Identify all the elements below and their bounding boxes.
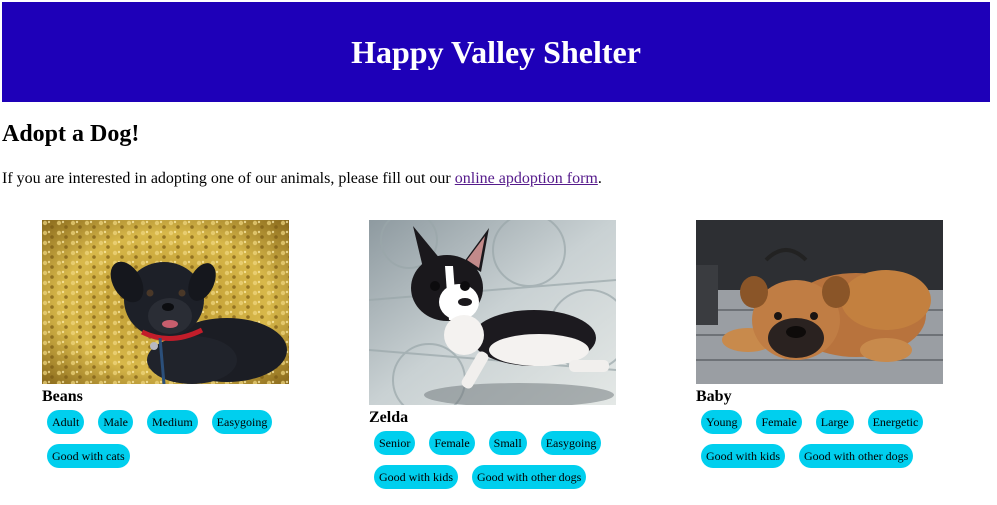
intro-text: If you are interested in adopting one of… xyxy=(2,170,602,188)
dog-card-baby: Baby Young Female Large Energetic Good w… xyxy=(696,220,956,478)
tag-medium: Medium xyxy=(147,410,198,434)
dog-name-zelda: Zelda xyxy=(369,409,409,426)
tag-energetic: Energetic xyxy=(867,410,924,434)
site-title: Happy Valley Shelter xyxy=(351,33,641,70)
tag-large: Large xyxy=(815,410,854,434)
tag-male: Male xyxy=(98,410,133,434)
dog-photo-baby xyxy=(696,220,943,384)
tag-female: Female xyxy=(429,431,475,455)
dog-tags-beans: Adult Male Medium Easygoing Good with ca… xyxy=(47,410,302,478)
adoption-form-link[interactable]: online apdoption form xyxy=(455,170,598,187)
tag-small: Small xyxy=(488,431,527,455)
tag-easygoing: Easygoing xyxy=(211,410,273,434)
dog-name-baby: Baby xyxy=(696,388,732,405)
tag-good-with-kids: Good with kids xyxy=(374,465,459,489)
intro-suffix: . xyxy=(597,170,602,187)
dog-tags-zelda: Senior Female Small Easygoing Good with … xyxy=(374,431,629,499)
page-heading: Adopt a Dog! xyxy=(2,121,140,147)
dog-tags-baby: Young Female Large Energetic Good with k… xyxy=(701,410,956,478)
tag-female: Female xyxy=(756,410,802,434)
tag-good-with-cats: Good with cats xyxy=(47,444,130,468)
tag-good-with-other-dogs: Good with other dogs xyxy=(472,465,587,489)
dog-photo-beans xyxy=(42,220,289,384)
dog-card-zelda: Zelda Senior Female Small Easygoing Good… xyxy=(369,220,629,499)
dog-name-beans: Beans xyxy=(42,388,83,405)
tag-good-with-kids: Good with kids xyxy=(701,444,786,468)
dog-photo-zelda xyxy=(369,220,616,405)
dog-card-beans: Beans Adult Male Medium Easygoing Good w… xyxy=(42,220,302,478)
site-header: Happy Valley Shelter xyxy=(2,2,990,102)
tag-adult: Adult xyxy=(47,410,85,434)
tag-young: Young xyxy=(701,410,743,434)
intro-prefix: If you are interested in adopting one of… xyxy=(2,170,455,187)
tag-good-with-other-dogs: Good with other dogs xyxy=(799,444,914,468)
tag-senior: Senior xyxy=(374,431,416,455)
page: Happy Valley Shelter Adopt a Dog! If you… xyxy=(0,0,997,505)
tag-easygoing: Easygoing xyxy=(540,431,602,455)
